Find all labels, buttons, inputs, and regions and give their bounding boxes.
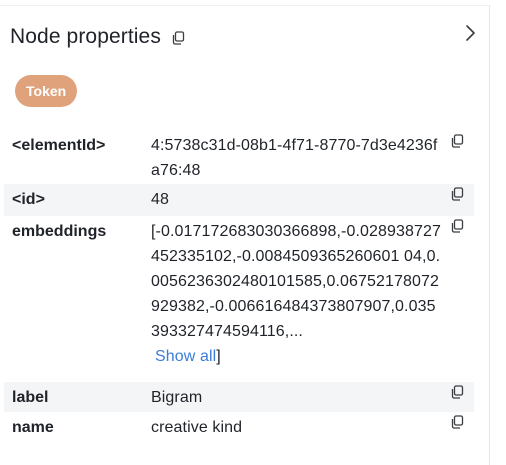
property-key: embeddings [12, 223, 107, 240]
copy-icon[interactable] [450, 219, 464, 233]
property-row-name: name creative kind [4, 412, 474, 442]
copy-icon[interactable] [450, 134, 464, 148]
copy-icon[interactable] [450, 385, 464, 399]
property-value: 48 [151, 191, 169, 208]
property-row-label: label Bigram [4, 382, 474, 412]
label-badge-token[interactable]: Token [15, 75, 78, 107]
node-properties-panel: Node properties Token <elementId> 4:5738… [0, 5, 490, 465]
property-value: 4:5738c31d-08b1-4f71-8770-7d3e4236fa76:4… [151, 137, 438, 179]
property-row-id: <id> 48 [4, 184, 474, 216]
show-all-link[interactable]: Show all [151, 348, 216, 365]
embeddings-value: [-0.017172683030366898,-0.02893872745233… [151, 223, 441, 340]
property-value: [-0.017172683030366898,-0.02893872745233… [151, 219, 441, 377]
copy-icon[interactable] [171, 31, 185, 45]
property-value: creative kind [151, 419, 243, 436]
copy-icon[interactable] [450, 415, 464, 429]
panel-header: Node properties [10, 25, 185, 49]
copy-icon[interactable] [450, 187, 464, 201]
property-row-embeddings: embeddings [-0.017172683030366898,-0.028… [4, 216, 474, 382]
property-key: name [12, 419, 54, 436]
chevron-right-icon[interactable] [463, 24, 477, 42]
property-key: <id> [12, 191, 45, 208]
property-key: <elementId> [12, 137, 106, 154]
property-value: Bigram [151, 389, 203, 406]
properties-table: <elementId> 4:5738c31d-08b1-4f71-8770-7d… [4, 128, 474, 442]
closing-bracket: ] [216, 348, 221, 365]
property-row-elementid: <elementId> 4:5738c31d-08b1-4f71-8770-7d… [4, 128, 474, 184]
property-key: label [12, 389, 49, 406]
panel-title: Node properties [10, 25, 161, 48]
